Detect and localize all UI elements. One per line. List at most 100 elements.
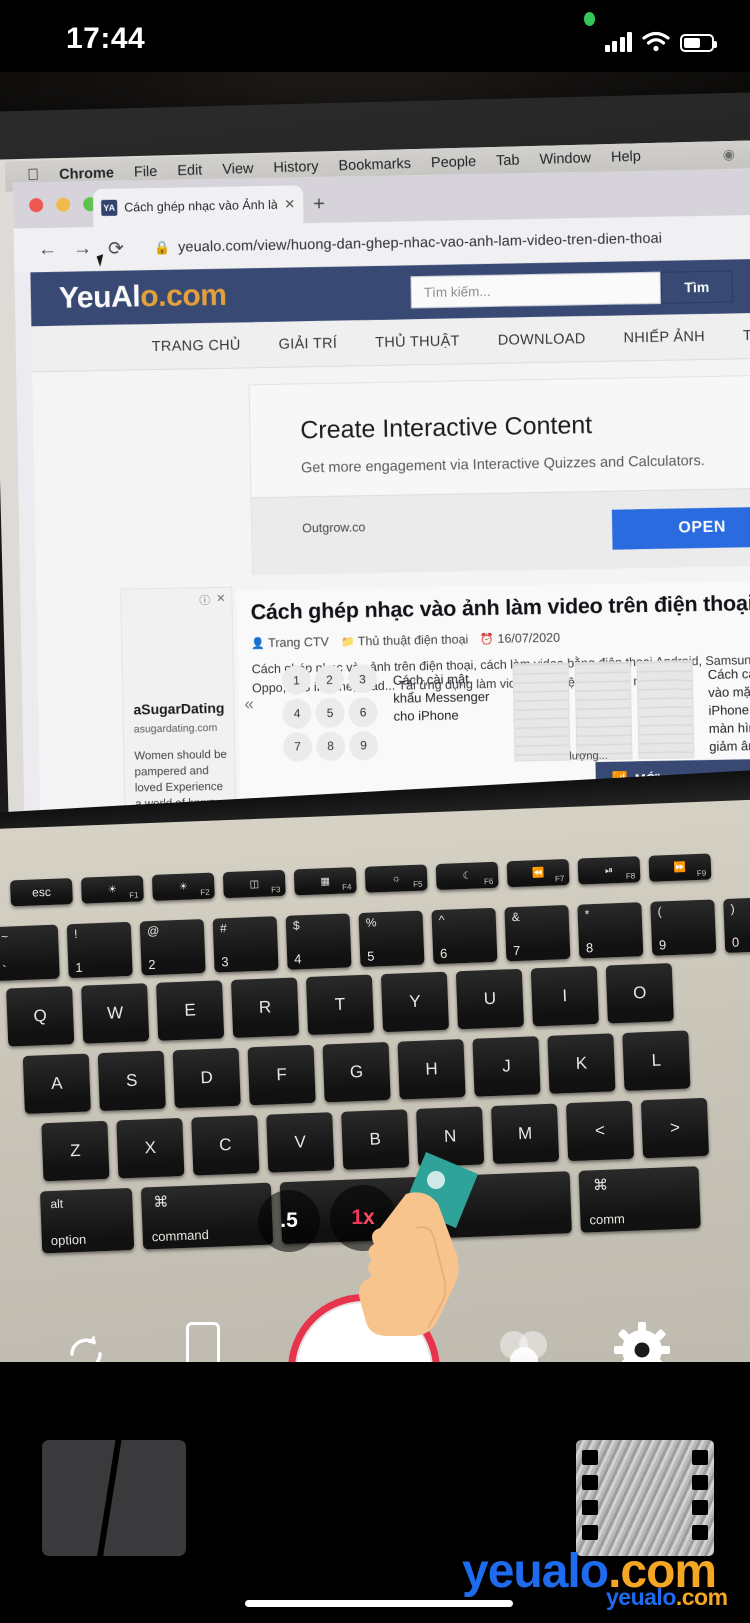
related-item-1-title[interactable]: Cách cài mật khẩu Messenger cho iPhone xyxy=(393,670,494,726)
close-window-button[interactable] xyxy=(29,198,44,213)
watermark-blue: yeualo xyxy=(462,1545,609,1598)
menu-people[interactable]: People xyxy=(431,154,477,171)
nav-item-download[interactable]: DOWNLOAD xyxy=(498,331,586,349)
key-9-lower: 9 xyxy=(658,937,667,953)
address-bar[interactable]: 🔒 yeualo.com/view/huong-dan-ghep-nhac-va… xyxy=(154,231,662,256)
nav-item-thu-thuat[interactable]: THỦ THUẬT xyxy=(375,333,460,351)
key-f3: ◫ F3 xyxy=(222,869,286,899)
key-a: A xyxy=(22,1053,91,1114)
film-strip-thumbnail[interactable] xyxy=(576,1440,714,1556)
watermark-small-orange: .com xyxy=(675,1584,728,1610)
browser-tab[interactable]: YA Cách ghép nhạc vào Ảnh làm ✕ xyxy=(92,185,304,228)
key-3-upper: # xyxy=(219,921,227,936)
back-icon[interactable]: ← xyxy=(38,239,57,261)
new-tab-button[interactable]: + xyxy=(313,193,325,216)
key-option-label: option xyxy=(50,1231,87,1249)
menu-file[interactable]: File xyxy=(134,164,158,181)
ad-info-icon[interactable]: ⓘ xyxy=(199,592,210,608)
forward-icon[interactable]: → xyxy=(73,238,92,260)
ad-controls[interactable]: ⓘ ✕ xyxy=(199,592,226,608)
reload-icon[interactable]: ⟳ xyxy=(108,237,124,260)
zoom-0.5x-button[interactable]: .5 xyxy=(258,1190,320,1252)
keypad-key: 3 xyxy=(347,664,378,694)
thumb xyxy=(512,662,571,762)
logo-dot: o xyxy=(139,279,159,314)
chrome-window: YA Cách ghép nhạc vào Ảnh làm ✕ + ← → ⟳ … xyxy=(12,168,750,820)
search-input[interactable]: Tìm kiếm... xyxy=(410,271,662,309)
close-tab-icon[interactable]: ✕ xyxy=(284,196,295,212)
key-6-upper: ^ xyxy=(438,912,445,927)
related-item-2-title[interactable]: Cách cài đặt chạm vào mặt lưng iPhone để… xyxy=(708,664,750,756)
url-text: yeualo.com/view/huong-dan-ghep-nhac-vao-… xyxy=(177,230,663,256)
ad-open-button[interactable]: OPEN xyxy=(611,506,750,550)
bottom-bar: yeualo.com yeualo.com xyxy=(0,1362,750,1623)
search-button[interactable]: Tìm xyxy=(660,270,734,304)
key-1-upper: ! xyxy=(73,926,78,941)
key-w: W xyxy=(81,983,150,1044)
menu-view[interactable]: View xyxy=(222,161,254,178)
nav-item-tao-ki-tu[interactable]: TẠO KÍ TỰ ĐẶC BI xyxy=(743,325,750,343)
window-traffic-lights[interactable] xyxy=(29,197,98,213)
key-backtick-upper: ~ xyxy=(0,929,9,944)
menu-window[interactable]: Window xyxy=(539,150,591,168)
key-f5: ☼ F5 xyxy=(364,864,428,893)
status-time: 17:44 xyxy=(66,22,146,55)
status-icons xyxy=(604,28,717,52)
filters-icon[interactable] xyxy=(496,1328,552,1362)
menu-tab[interactable]: Tab xyxy=(496,153,520,170)
keypad-thumbnail: 1 2 3 4 5 6 7 8 9 xyxy=(281,664,379,762)
key-esc: esc xyxy=(9,878,73,907)
ad-banner[interactable]: Create Interactive Content Get more enga… xyxy=(248,374,750,576)
key-9: (9 xyxy=(650,899,717,956)
key-command: ⌘ command xyxy=(140,1182,274,1250)
key-s: S xyxy=(97,1050,166,1112)
sidebar-ad[interactable]: ⓘ ✕ aSugarDating asugardating.com Women … xyxy=(120,586,237,820)
film-perforation xyxy=(692,1450,708,1465)
key-3-lower: 3 xyxy=(220,954,229,970)
website-content: YeuAlo.com Tìm kiếm... Tìm TRANG CHỦ GIẢ… xyxy=(30,258,750,820)
keypad-key: 9 xyxy=(348,730,379,761)
gear-icon[interactable] xyxy=(614,1322,670,1362)
thumb xyxy=(574,661,633,761)
nav-item-nhiep-anh[interactable]: NHIẾP ẢNH xyxy=(623,328,705,345)
related-thumbnails xyxy=(512,660,695,762)
key-comma: < xyxy=(565,1100,635,1162)
key-alt-label: alt xyxy=(50,1196,64,1212)
key-7-lower: 7 xyxy=(512,942,521,959)
key-v: V xyxy=(266,1112,335,1173)
key-command-right-glyph: ⌘ xyxy=(592,1176,609,1195)
home-indicator[interactable] xyxy=(245,1600,513,1607)
key-command-right-label: comm xyxy=(589,1211,626,1228)
key-1-lower: 1 xyxy=(75,959,83,975)
menu-history[interactable]: History xyxy=(273,159,319,176)
menu-edit[interactable]: Edit xyxy=(177,162,202,179)
key-f5-label: F5 xyxy=(412,879,423,889)
carousel-prev-button[interactable]: « xyxy=(244,694,254,714)
key-o: O xyxy=(605,963,674,1024)
key-f4: ▦ F4 xyxy=(293,867,357,896)
ad-close-icon[interactable]: ✕ xyxy=(216,592,226,608)
key-g: G xyxy=(322,1041,391,1103)
camera-viewfinder[interactable]:  Chrome File Edit View History Bookmark… xyxy=(0,72,750,1362)
menu-bookmarks[interactable]: Bookmarks xyxy=(338,156,411,174)
minimize-window-button[interactable] xyxy=(56,197,71,212)
menu-help[interactable]: Help xyxy=(611,149,641,166)
tab-title: Cách ghép nhạc vào Ảnh làm xyxy=(124,197,278,215)
key-q: Q xyxy=(6,986,75,1047)
key-0: ) 0 xyxy=(723,896,750,953)
keypad-key: 6 xyxy=(348,697,378,728)
key-f9-label: F9 xyxy=(696,868,707,879)
flip-camera-icon[interactable] xyxy=(62,1330,110,1362)
watermark-small-blue: yeualo xyxy=(606,1584,676,1610)
site-logo[interactable]: YeuAlo.com xyxy=(59,279,227,316)
key-f6-label: F6 xyxy=(483,876,494,887)
nav-item-giai-tri[interactable]: GIẢI TRÍ xyxy=(279,335,338,352)
article-title[interactable]: Cách ghép nhạc vào ảnh làm video trên đi… xyxy=(250,590,750,625)
nav-item-trang-chu[interactable]: TRANG CHỦ xyxy=(152,337,241,355)
sidebar-ad-domain: asugardating.com xyxy=(133,721,218,736)
phone-icon[interactable] xyxy=(186,1322,220,1362)
key-2-lower: 2 xyxy=(148,956,156,973)
lock-icon: 🔒 xyxy=(153,239,171,256)
gallery-thumbnail[interactable] xyxy=(42,1440,186,1556)
battery-icon xyxy=(680,34,717,52)
